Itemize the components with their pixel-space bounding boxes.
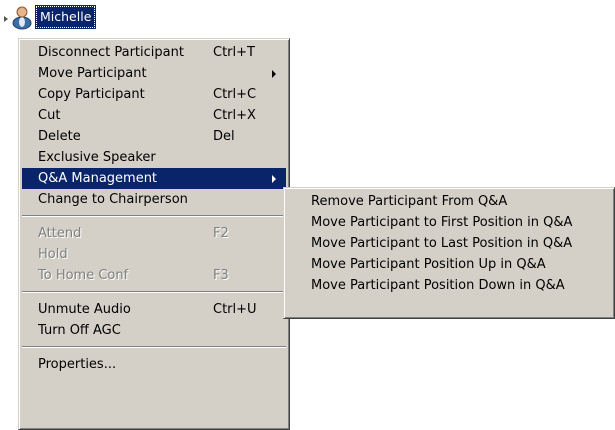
menu-item-shortcut: F3 — [213, 268, 229, 283]
tree-node-label[interactable]: Michelle — [34, 5, 97, 29]
menu-item-cut[interactable]: Cut Ctrl+X — [22, 105, 286, 126]
menu-item-attend[interactable]: Attend F2 — [22, 223, 286, 244]
menu-item-label: Properties... — [38, 357, 117, 372]
menu-item-exclusive-speaker[interactable]: Exclusive Speaker — [22, 147, 286, 168]
menu-item-label: To Home Conf — [38, 268, 129, 283]
menu-item-label: Exclusive Speaker — [38, 150, 156, 165]
submenu-item-label: Move Participant to Last Position in Q&A — [311, 236, 573, 251]
menu-item-turn-off-agc[interactable]: Turn Off AGC — [22, 320, 286, 341]
participant-person-icon — [9, 4, 35, 30]
menu-item-shortcut: Ctrl+C — [213, 87, 257, 102]
menu-item-label: Turn Off AGC — [38, 323, 121, 338]
submenu-item-move-participant-position-up-in-qanda[interactable]: Move Participant Position Up in Q&A — [287, 254, 611, 275]
menu-separator — [22, 346, 286, 348]
menu-item-shortcut: F2 — [213, 226, 229, 241]
menu-item-shortcut: Ctrl+T — [213, 45, 255, 60]
submenu-item-move-participant-to-first-position-in-qanda[interactable]: Move Participant to First Position in Q&… — [287, 212, 611, 233]
menu-item-disconnect-participant[interactable]: Disconnect Participant Ctrl+T — [22, 42, 286, 63]
submenu-item-label: Move Participant to First Position in Q&… — [311, 215, 573, 230]
tree-node-participant[interactable]: Michelle — [3, 4, 97, 30]
tree-expander-icon[interactable] — [3, 4, 9, 30]
submenu-arrow-icon — [272, 70, 276, 78]
menu-item-label: Change to Chairperson — [38, 192, 188, 207]
menu-item-label: Q&A Management — [38, 171, 158, 186]
submenu-item-label: Move Participant Position Down in Q&A — [311, 278, 565, 293]
menu-item-properties[interactable]: Properties... — [22, 354, 286, 375]
menu-item-change-to-chairperson[interactable]: Change to Chairperson — [22, 189, 286, 210]
menu-item-shortcut: Ctrl+U — [213, 302, 257, 317]
submenu-item-remove-participant-from-qanda[interactable]: Remove Participant From Q&A — [287, 191, 611, 212]
menu-item-shortcut: Del — [213, 129, 235, 144]
menu-item-unmute-audio[interactable]: Unmute Audio Ctrl+U — [22, 299, 286, 320]
menu-item-label: Cut — [38, 108, 61, 123]
submenu-arrow-icon — [272, 175, 276, 183]
menu-separator — [22, 291, 286, 293]
menu-item-copy-participant[interactable]: Copy Participant Ctrl+C — [22, 84, 286, 105]
menu-item-hold[interactable]: Hold — [22, 244, 286, 265]
menu-item-delete[interactable]: Delete Del — [22, 126, 286, 147]
menu-item-label: Attend — [38, 226, 82, 241]
menu-item-shortcut: Ctrl+X — [213, 108, 256, 123]
menu-item-move-participant[interactable]: Move Participant — [22, 63, 286, 84]
menu-item-label: Hold — [38, 247, 68, 262]
menu-item-label: Copy Participant — [38, 87, 145, 102]
menu-item-label: Disconnect Participant — [38, 45, 184, 60]
submenu-item-move-participant-to-last-position-in-qanda[interactable]: Move Participant to Last Position in Q&A — [287, 233, 611, 254]
menu-item-label: Move Participant — [38, 66, 147, 81]
submenu-item-label: Remove Participant From Q&A — [311, 194, 508, 209]
menu-item-to-home-conf[interactable]: To Home Conf F3 — [22, 265, 286, 286]
submenu-item-move-participant-position-down-in-qanda[interactable]: Move Participant Position Down in Q&A — [287, 275, 611, 296]
menu-separator — [22, 215, 286, 217]
qa-management-submenu: Remove Participant From Q&A Move Particip… — [283, 187, 615, 319]
participant-context-menu: Disconnect Participant Ctrl+T Move Partici… — [18, 38, 290, 430]
menu-item-label: Unmute Audio — [38, 302, 131, 317]
menu-item-label: Delete — [38, 129, 81, 144]
submenu-item-label: Move Participant Position Up in Q&A — [311, 257, 546, 272]
menu-item-qanda-management[interactable]: Q&A Management — [22, 168, 286, 189]
